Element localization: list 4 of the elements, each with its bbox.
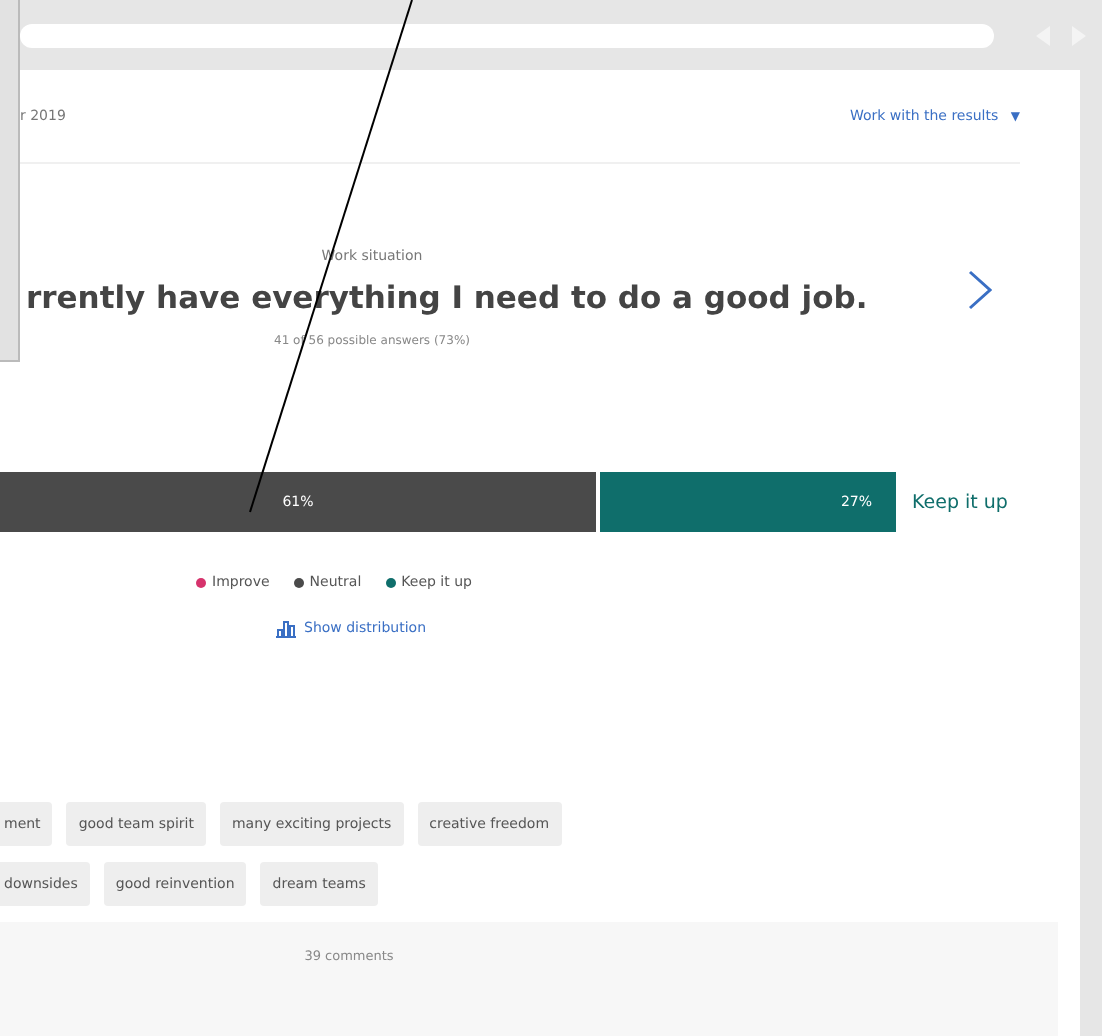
- address-bar[interactable]: [20, 23, 994, 47]
- chart-icon: [276, 618, 296, 638]
- verdict-label: Keep it up: [912, 491, 1008, 513]
- next-chevron-icon[interactable]: [968, 270, 992, 310]
